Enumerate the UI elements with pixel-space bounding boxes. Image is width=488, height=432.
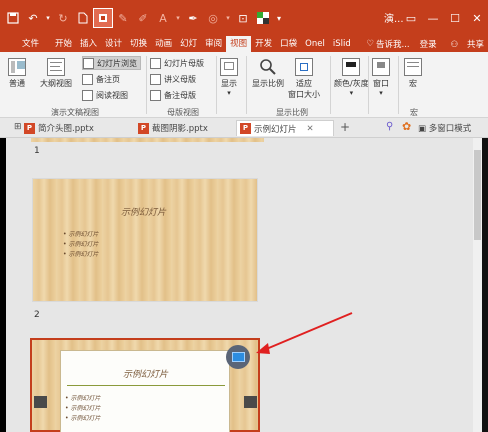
annotation-arrow-line bbox=[263, 312, 353, 351]
annotation-arrow bbox=[256, 312, 353, 354]
annotation-arrow-head bbox=[256, 343, 270, 354]
